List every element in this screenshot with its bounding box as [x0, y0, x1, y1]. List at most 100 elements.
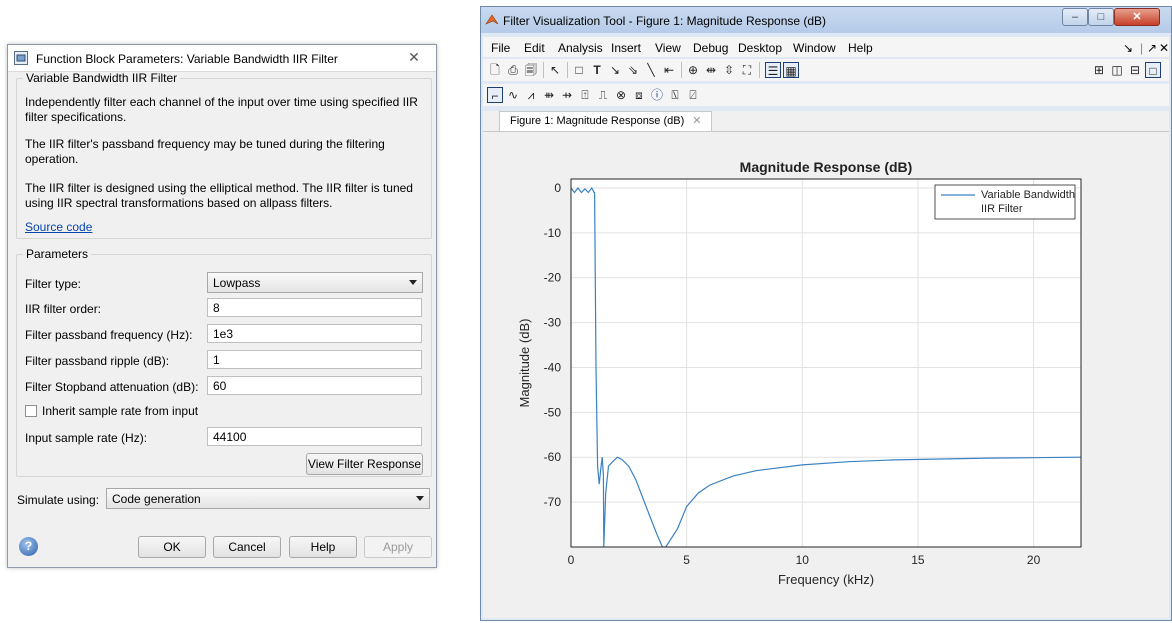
phase-response-icon[interactable]: ∿ — [505, 87, 521, 103]
maximize-icon[interactable]: □ — [1088, 8, 1114, 26]
zoom-y-icon[interactable]: ⇳ — [721, 62, 737, 78]
description-text-3: The IIR filter is designed using the ell… — [25, 181, 413, 210]
x-tick-label: 15 — [911, 553, 925, 567]
tile-left-right-icon[interactable]: ◫ — [1109, 62, 1125, 78]
stopband-attenuation-label: Filter Stopband attenuation (dB): — [25, 380, 199, 394]
double-arrow-icon[interactable]: ⇘ — [625, 62, 641, 78]
magnitude-response-icon[interactable]: ⌐ — [487, 87, 503, 103]
phase-delay-icon[interactable]: ⇸ — [559, 87, 575, 103]
passband-ripple-label: Filter passband ripple (dB): — [25, 354, 170, 368]
dock-arrow-icon[interactable]: ↘ — [1123, 41, 1133, 55]
print-preview-icon[interactable]: 🗐 — [523, 62, 539, 78]
y-tick-label: -30 — [544, 316, 562, 330]
step-response-icon[interactable]: ⎍ — [595, 87, 611, 103]
menu-insert[interactable]: Insert — [611, 41, 641, 55]
description-text-1: Independently filter each channel of the… — [25, 95, 418, 124]
text-icon[interactable]: T — [589, 62, 605, 78]
menu-analysis[interactable]: Analysis — [558, 41, 603, 55]
figure-tabstrip: Figure 1: Magnitude Response (dB) ✕ — [483, 111, 1169, 132]
axes-background — [571, 179, 1081, 547]
tab-figure-1[interactable]: Figure 1: Magnitude Response (dB) ✕ — [499, 111, 713, 131]
source-code-link[interactable]: Source code — [25, 220, 92, 235]
chart-title: Magnitude Response (dB) — [740, 159, 913, 175]
pole-zero-icon[interactable]: ⊗ — [613, 87, 629, 103]
full-view-icon[interactable]: ⛶ — [739, 62, 755, 78]
ok-button[interactable]: OK — [138, 536, 206, 558]
y-tick-label: -20 — [544, 271, 562, 285]
legend-entry-line1: Variable Bandwidth — [981, 189, 1075, 201]
new-icon[interactable]: 🗋 — [487, 62, 503, 78]
menu-window[interactable]: Window — [793, 41, 836, 55]
menu-separator: | — [1140, 41, 1144, 55]
dialog-titlebar: Function Block Parameters: Variable Band… — [8, 45, 436, 72]
minimize-icon[interactable]: – — [1062, 8, 1088, 26]
cancel-button[interactable]: Cancel — [213, 536, 281, 558]
menu-close-icon[interactable]: ✕ — [1159, 41, 1169, 55]
menubar: File Edit Analysis Insert View Debug Des… — [483, 37, 1169, 57]
fvtool-titlebar: Filter Visualization Tool - Figure 1: Ma… — [481, 7, 1171, 33]
stopband-attenuation-field[interactable]: 60 — [207, 376, 422, 395]
coefficients-icon[interactable]: ⧈ — [631, 87, 647, 103]
zoom-in-icon[interactable]: ⊕ — [685, 62, 701, 78]
chevron-down-icon — [409, 280, 417, 285]
passband-frequency-field[interactable]: 1e3 — [207, 324, 422, 343]
y-tick-label: -70 — [544, 495, 562, 509]
legend-icon[interactable]: ☰ — [765, 62, 781, 78]
maximize-document-icon[interactable]: □ — [1145, 62, 1161, 78]
passband-frequency-label: Filter passband frequency (Hz): — [25, 328, 193, 342]
x-tick-label: 5 — [683, 553, 690, 567]
arrow-icon[interactable]: ↘ — [607, 62, 623, 78]
magnitude-phase-icon[interactable]: ⩘ — [523, 87, 539, 103]
filter-type-dropdown[interactable]: Lowpass — [207, 272, 423, 293]
view-filter-response-button[interactable]: View Filter Response — [306, 453, 423, 475]
impulse-response-icon[interactable]: ⍐ — [577, 87, 593, 103]
line-icon[interactable]: ╲ — [643, 62, 659, 78]
menu-desktop[interactable]: Desktop — [738, 41, 782, 55]
noise-power-icon[interactable]: ⍁ — [685, 87, 701, 103]
info-icon[interactable]: ⓘ — [649, 87, 665, 103]
zoom-x-icon[interactable]: ⇹ — [703, 62, 719, 78]
print-icon[interactable]: ⎙ — [505, 62, 521, 78]
tile-top-bottom-icon[interactable]: ⊟ — [1127, 62, 1143, 78]
fvtool-title: Filter Visualization Tool - Figure 1: Ma… — [503, 14, 827, 28]
simulate-using-label: Simulate using: — [17, 493, 100, 507]
rectangle-icon[interactable]: □ — [571, 62, 587, 78]
dialog-title: Function Block Parameters: Variable Band… — [36, 52, 338, 66]
dialog-close-icon[interactable]: ✕ — [404, 48, 424, 66]
x-tick-label: 10 — [796, 553, 810, 567]
menu-edit[interactable]: Edit — [524, 41, 545, 55]
iir-order-field[interactable]: 8 — [207, 298, 422, 317]
y-tick-label: -40 — [544, 360, 562, 374]
group-delay-icon[interactable]: ⇻ — [541, 87, 557, 103]
tab-close-icon[interactable]: ✕ — [692, 115, 701, 127]
sample-rate-label: Input sample rate (Hz): — [25, 431, 148, 445]
help-icon[interactable]: ? — [19, 537, 38, 556]
close-icon[interactable]: ✕ — [1114, 8, 1160, 26]
matlab-icon — [485, 14, 499, 25]
tile-grid-icon[interactable]: ⊞ — [1091, 62, 1107, 78]
menu-debug[interactable]: Debug — [693, 41, 728, 55]
parameters-group-title: Parameters — [26, 247, 89, 261]
legend-entry-line2: IIR Filter — [981, 203, 1023, 215]
undock-icon[interactable]: ↗ — [1147, 41, 1157, 55]
x-tick-label: 0 — [568, 553, 575, 567]
grid-icon[interactable]: ▦ — [783, 62, 799, 78]
help-button[interactable]: Help — [289, 536, 357, 558]
apply-button[interactable]: Apply — [364, 536, 432, 558]
function-block-parameters-dialog: Function Block Parameters: Variable Band… — [7, 44, 437, 568]
chevron-down-icon — [416, 496, 424, 501]
menu-file[interactable]: File — [491, 41, 510, 55]
pointer-icon[interactable]: ↖ — [547, 62, 563, 78]
y-tick-label: -60 — [544, 450, 562, 464]
inherit-sample-rate-checkbox[interactable] — [25, 405, 37, 417]
sample-rate-field[interactable]: 44100 — [207, 427, 422, 446]
simulate-using-dropdown[interactable]: Code generation — [106, 488, 430, 509]
legend: Variable Bandwidth IIR Filter — [934, 184, 1076, 220]
menu-help[interactable]: Help — [848, 41, 873, 55]
y-tick-label: 0 — [554, 181, 561, 195]
magnitude-estimate-icon[interactable]: ⍂ — [667, 87, 683, 103]
passband-ripple-field[interactable]: 1 — [207, 350, 422, 369]
menu-view[interactable]: View — [655, 41, 681, 55]
pin-icon[interactable]: ⇤ — [661, 62, 677, 78]
magnitude-response-chart[interactable]: 0 5 10 15 20 0 -10 -20 -30 -40 -50 -60 -70 Magnitude… — [483, 132, 1171, 620]
